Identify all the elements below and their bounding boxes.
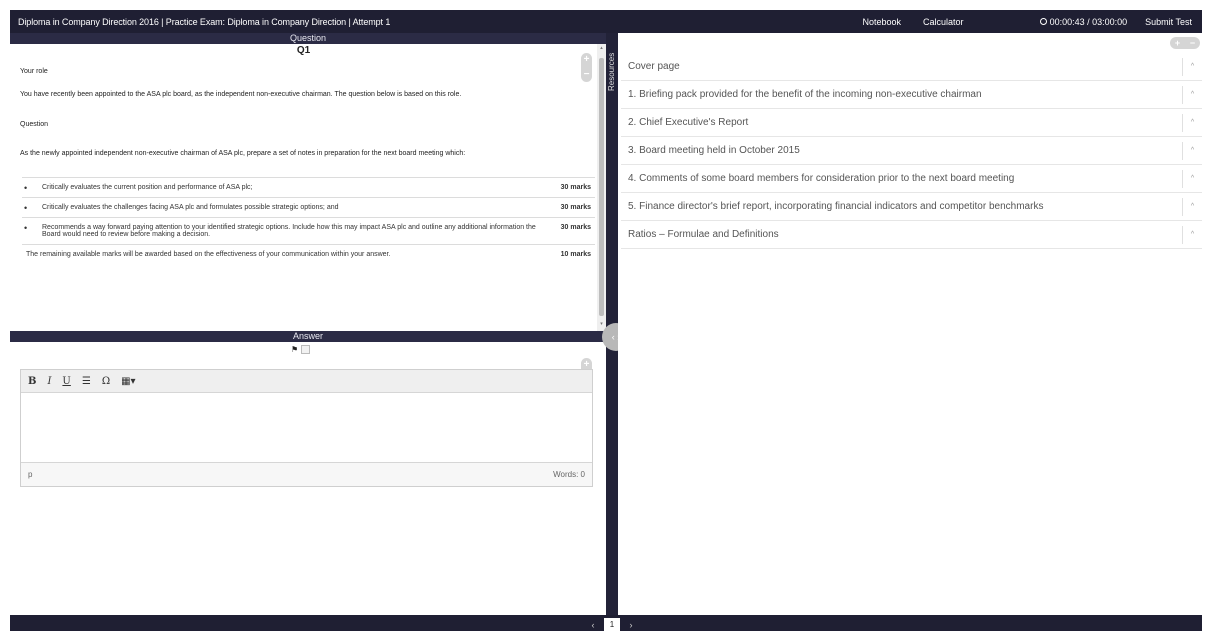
resource-label: 1. Briefing pack provided for the benefi…: [628, 89, 982, 100]
answer-panel-header: Answer: [10, 331, 606, 342]
resource-item[interactable]: Ratios – Formulae and Definitions ^: [621, 221, 1202, 249]
role-text: You have recently been appointed to the …: [20, 91, 462, 98]
question-zoom-control: + −: [581, 53, 592, 82]
marks-table: Critically evaluates the current positio…: [22, 177, 595, 264]
exam-timer: 00:00:43 / 03:00:00: [1039, 16, 1128, 27]
submit-test-button[interactable]: Submit Test: [1145, 17, 1192, 27]
resource-label: 2. Chief Executive's Report: [628, 117, 749, 128]
question-panel-header: Question: [10, 33, 606, 44]
resources-zoom-control: + −: [1170, 37, 1200, 49]
zoom-in-icon[interactable]: +: [581, 53, 592, 67]
resource-item[interactable]: 4. Comments of some board members for co…: [621, 165, 1202, 193]
italic-button[interactable]: I: [47, 376, 51, 387]
calculator-link[interactable]: Calculator: [923, 17, 964, 27]
resource-label: 3. Board meeting held in October 2015: [628, 145, 800, 156]
chevron-up-icon[interactable]: ^: [1182, 113, 1202, 132]
special-character-icon[interactable]: Ω: [102, 376, 110, 387]
timer-value: 00:00:43 / 03:00:00: [1049, 16, 1128, 27]
requirement-text: Critically evaluates the challenges faci…: [22, 203, 547, 213]
resources-panel: + − Cover page ^ 1. Briefing pack provid…: [618, 33, 1202, 615]
question-content: Q1 Your role You have recently been appo…: [10, 44, 597, 331]
chevron-up-icon[interactable]: ^: [1182, 169, 1202, 188]
requirement-marks: 30 marks: [560, 184, 591, 191]
chevron-up-icon[interactable]: ^: [1182, 197, 1202, 216]
editor-status-bar: p Words: 0: [21, 462, 592, 486]
notebook-link[interactable]: Notebook: [863, 17, 902, 27]
top-bar: Diploma in Company Direction 2016 | Prac…: [10, 10, 1202, 33]
editor-toolbar: B I U ☰ Ω ▦▾: [21, 370, 592, 393]
zoom-out-icon[interactable]: −: [581, 68, 592, 82]
question-scrollbar[interactable]: ▴ ▾: [597, 44, 606, 331]
pagination: ‹ 1 ›: [582, 618, 642, 631]
resource-label: 4. Comments of some board members for co…: [628, 173, 1015, 184]
resource-label: Ratios – Formulae and Definitions: [628, 229, 779, 240]
table-icon[interactable]: ▦▾: [121, 376, 135, 387]
zoom-in-icon[interactable]: +: [1175, 38, 1180, 48]
exam-title: Diploma in Company Direction 2016 | Prac…: [18, 16, 391, 27]
zoom-out-icon[interactable]: −: [1190, 38, 1195, 48]
underline-button[interactable]: U: [62, 376, 70, 387]
requirement-marks: 30 marks: [560, 204, 591, 211]
bold-button[interactable]: B: [28, 376, 36, 387]
resources-tab-label[interactable]: Resources: [607, 47, 617, 97]
table-row: Recommends a way forward paying attentio…: [22, 217, 595, 244]
table-row: The remaining available marks will be aw…: [22, 244, 595, 264]
resource-label: 5. Finance director's brief report, inco…: [628, 201, 1044, 212]
scrollbar-thumb[interactable]: [599, 58, 604, 316]
chevron-up-icon[interactable]: ^: [1182, 225, 1202, 244]
resources-list: Cover page ^ 1. Briefing pack provided f…: [621, 53, 1202, 249]
requirement-marks: 10 marks: [560, 251, 591, 258]
chevron-up-icon[interactable]: ^: [1182, 85, 1202, 104]
resource-item[interactable]: 5. Finance director's brief report, inco…: [621, 193, 1202, 221]
answer-editor: B I U ☰ Ω ▦▾ p Words: 0: [20, 369, 593, 487]
previous-page-button[interactable]: ‹: [582, 620, 604, 630]
chevron-up-icon[interactable]: ^: [1182, 57, 1202, 76]
question-heading: Question: [20, 121, 49, 128]
resource-item[interactable]: 3. Board meeting held in October 2015 ^: [621, 137, 1202, 165]
clock-icon: [1039, 18, 1047, 25]
chevron-up-icon[interactable]: ^: [1182, 141, 1202, 160]
question-answer-column: Question Q1 Your role You have recently …: [10, 33, 606, 615]
bottom-bar: ‹ 1 ›: [10, 615, 1202, 631]
table-row: Critically evaluates the challenges faci…: [22, 197, 595, 217]
bullet-list-icon[interactable]: ☰: [82, 376, 91, 387]
flag-icon: ⚑: [291, 345, 299, 354]
answer-text-area[interactable]: [21, 393, 592, 462]
word-count: Words: 0: [553, 470, 585, 479]
resource-label: Cover page: [628, 61, 680, 72]
question-number: Q1: [296, 45, 311, 56]
element-path: p: [28, 470, 33, 479]
requirement-text: Recommends a way forward paying attentio…: [22, 223, 547, 238]
next-page-button[interactable]: ›: [620, 620, 642, 630]
question-intro: As the newly appointed independent non-e…: [20, 150, 466, 157]
scroll-up-icon[interactable]: ▴: [599, 46, 604, 51]
exam-app: Diploma in Company Direction 2016 | Prac…: [0, 0, 1207, 631]
requirement-text: The remaining available marks will be aw…: [26, 251, 391, 258]
resource-item[interactable]: 2. Chief Executive's Report ^: [621, 109, 1202, 137]
page-1-button[interactable]: 1: [604, 618, 620, 631]
requirement-marks: 30 marks: [560, 224, 591, 231]
role-heading: Your role: [20, 68, 48, 75]
resource-item[interactable]: Cover page ^: [621, 53, 1202, 81]
flag-row: ⚑: [291, 345, 311, 354]
requirement-text: Critically evaluates the current positio…: [22, 183, 547, 193]
scroll-down-icon[interactable]: ▾: [599, 322, 604, 327]
flag-checkbox[interactable]: [301, 345, 311, 354]
table-row: Critically evaluates the current positio…: [22, 177, 595, 197]
resource-item[interactable]: 1. Briefing pack provided for the benefi…: [621, 81, 1202, 109]
